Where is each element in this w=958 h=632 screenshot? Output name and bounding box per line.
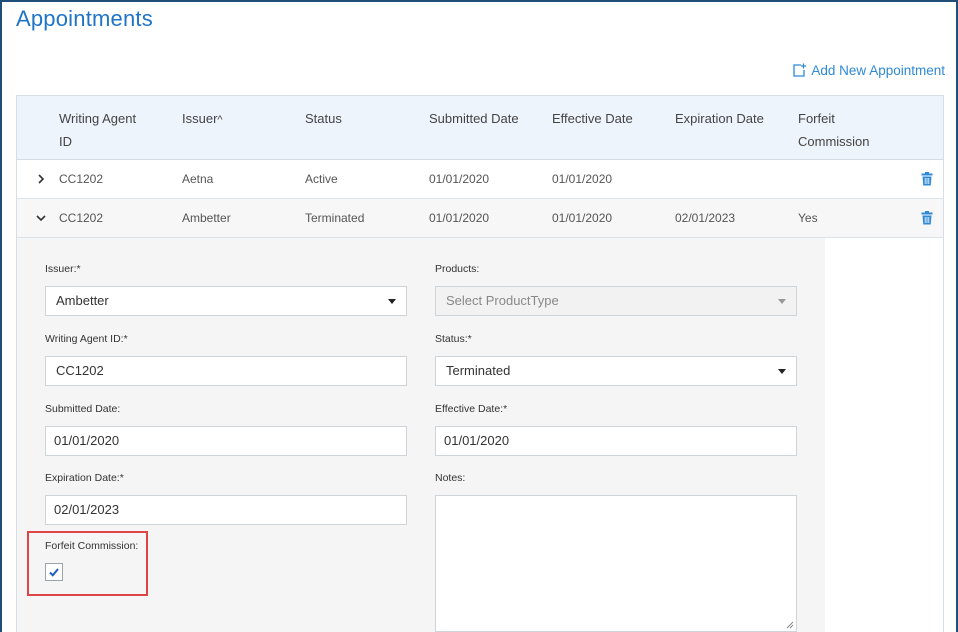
products-select[interactable]: Select ProductType (435, 286, 797, 316)
status-select[interactable]: Terminated (435, 356, 797, 386)
cell-effective-date: 01/01/2020 (552, 211, 613, 225)
header-effective-date[interactable]: Effective Date (552, 107, 633, 130)
trash-icon[interactable] (921, 211, 933, 225)
chevron-down-icon[interactable] (35, 211, 47, 225)
table-row-expanded[interactable]: CC1202 Ambetter Terminated 01/01/2020 01… (17, 199, 943, 238)
cell-submitted-date: 01/01/2020 (429, 172, 490, 186)
products-select-placeholder: Select ProductType (446, 293, 559, 308)
caret-down-icon (778, 299, 786, 304)
issuer-select[interactable]: Ambetter (45, 286, 407, 316)
writing-agent-id-input[interactable]: CC1202 (45, 356, 407, 386)
table-header: Writing Agent ID Issuer^ Status Submitte… (17, 96, 943, 160)
header-issuer[interactable]: Issuer^ (182, 107, 223, 132)
header-status[interactable]: Status (305, 107, 342, 130)
add-new-appointment-link[interactable]: Add New Appointment (792, 63, 945, 78)
cell-submitted-date: 01/01/2020 (429, 211, 490, 225)
header-submitted-date[interactable]: Submitted Date (429, 107, 519, 130)
notes-textarea[interactable] (435, 495, 797, 632)
status-select-value: Terminated (446, 363, 511, 378)
caret-down-icon (388, 299, 396, 304)
page-title: Appointments (16, 6, 153, 31)
forfeit-commission-checkbox[interactable] (45, 563, 63, 581)
checkmark-icon (49, 568, 59, 577)
add-new-appointment-label: Add New Appointment (811, 63, 945, 78)
cell-status: Terminated (305, 211, 365, 225)
submitted-date-label: Submitted Date: (45, 403, 121, 415)
cell-expiration-date: 02/01/2023 (675, 211, 736, 225)
issuer-select-value: Ambetter (56, 293, 109, 308)
cell-issuer: Aetna (182, 172, 214, 186)
header-writing-agent-id[interactable]: Writing Agent ID (59, 107, 136, 153)
cell-status: Active (305, 172, 338, 186)
writing-agent-id-label: Writing Agent ID:* (45, 333, 128, 345)
expiration-date-input[interactable]: 02/01/2023 (45, 495, 407, 525)
status-label: Status:* (435, 333, 472, 345)
trash-icon[interactable] (921, 172, 933, 186)
cell-writing-agent-id: CC1202 (59, 211, 104, 225)
notes-label: Notes: (435, 472, 466, 484)
cell-effective-date: 01/01/2020 (552, 172, 613, 186)
issuer-label: Issuer:* (45, 263, 81, 275)
expiration-date-label: Expiration Date:* (45, 472, 124, 484)
sort-ascending-icon: ^ (217, 114, 223, 126)
effective-date-input[interactable]: 01/01/2020 (435, 426, 797, 456)
table-row[interactable]: CC1202 Aetna Active 01/01/2020 01/01/202… (17, 160, 943, 199)
resize-grip-icon[interactable] (786, 621, 794, 629)
forfeit-commission-label: Forfeit Commission: (45, 540, 139, 552)
cell-issuer: Ambetter (182, 211, 231, 225)
effective-date-label: Effective Date:* (435, 403, 508, 415)
header-forfeit-commission[interactable]: Forfeit Commission (798, 107, 870, 153)
products-label: Products: (435, 263, 480, 275)
cell-forfeit-commission: Yes (798, 211, 818, 225)
caret-down-icon (778, 369, 786, 374)
chevron-right-icon[interactable] (35, 172, 47, 186)
add-document-icon (793, 63, 807, 77)
header-expiration-date[interactable]: Expiration Date (675, 107, 764, 130)
submitted-date-input[interactable]: 01/01/2020 (45, 426, 407, 456)
cell-writing-agent-id: CC1202 (59, 172, 104, 186)
